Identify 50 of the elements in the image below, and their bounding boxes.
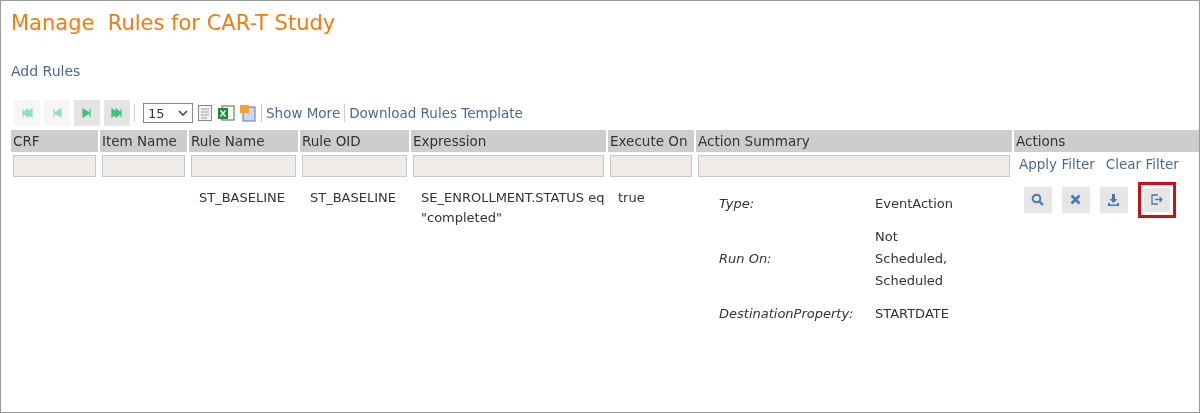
search-icon bbox=[1031, 193, 1044, 206]
pager-icon bbox=[21, 107, 33, 119]
pager-icon bbox=[81, 107, 93, 119]
filter-field[interactable] bbox=[413, 155, 604, 177]
action-button[interactable] bbox=[1024, 187, 1052, 213]
action-button[interactable] bbox=[1138, 182, 1176, 218]
action-button[interactable] bbox=[1062, 187, 1090, 213]
column-header: Expression bbox=[411, 130, 606, 152]
column-header: Rule Name bbox=[189, 130, 298, 152]
filter-field[interactable] bbox=[13, 155, 96, 177]
table-cell: SE_ENROLLMENT.STATUS eq "completed" bbox=[421, 190, 605, 225]
spreadsheet-icon[interactable] bbox=[217, 104, 235, 122]
table-cell: true bbox=[618, 190, 645, 205]
column-header: Rule OID bbox=[300, 130, 409, 152]
pager-icon bbox=[51, 107, 63, 119]
filter-field[interactable] bbox=[610, 155, 692, 177]
filter-field[interactable] bbox=[191, 155, 296, 177]
column-header: Action Summary bbox=[696, 130, 1012, 152]
add-rules-link[interactable]: Add Rules bbox=[11, 63, 81, 79]
summary-label: DestinationProperty: bbox=[719, 305, 855, 323]
download-template-link[interactable]: Download Rules Template bbox=[349, 105, 523, 121]
summary-value: Not Scheduled, Scheduled bbox=[875, 228, 949, 290]
summary-label: Run On: bbox=[719, 250, 773, 268]
action-button[interactable] bbox=[1100, 187, 1128, 213]
filter-field[interactable] bbox=[302, 155, 407, 177]
exit-icon bbox=[1151, 194, 1163, 205]
table-cell: ST_BASELINE bbox=[199, 190, 285, 205]
column-header: Item Name bbox=[100, 130, 187, 152]
pager-icon bbox=[111, 107, 123, 119]
column-header: Execute On bbox=[608, 130, 694, 152]
filter-link[interactable]: Clear Filter bbox=[1105, 156, 1179, 177]
column-header: Actions bbox=[1014, 130, 1199, 152]
filter-field[interactable] bbox=[698, 155, 1010, 177]
summary-label: Type: bbox=[719, 195, 756, 213]
chevron-icon bbox=[178, 110, 188, 116]
filter-link[interactable]: Apply Filter bbox=[1019, 156, 1095, 177]
page-size-select[interactable]: 15 bbox=[143, 103, 193, 123]
filter-field[interactable] bbox=[102, 155, 185, 177]
summary-value: EventAction bbox=[875, 195, 954, 213]
document-icon[interactable] bbox=[197, 104, 213, 122]
summary-value: STARTDATE bbox=[875, 305, 950, 323]
column-header: CRF bbox=[11, 130, 98, 152]
pager-button[interactable] bbox=[74, 100, 100, 126]
pager-button[interactable] bbox=[104, 100, 130, 126]
page-title: Manage Rules for CAR-T Study bbox=[11, 11, 337, 37]
download-icon bbox=[1108, 194, 1119, 206]
show-more-link[interactable]: Show More bbox=[266, 105, 341, 121]
file-icon[interactable] bbox=[239, 104, 257, 122]
table-cell: ST_BASELINE bbox=[310, 190, 396, 205]
close-icon bbox=[1070, 194, 1081, 205]
